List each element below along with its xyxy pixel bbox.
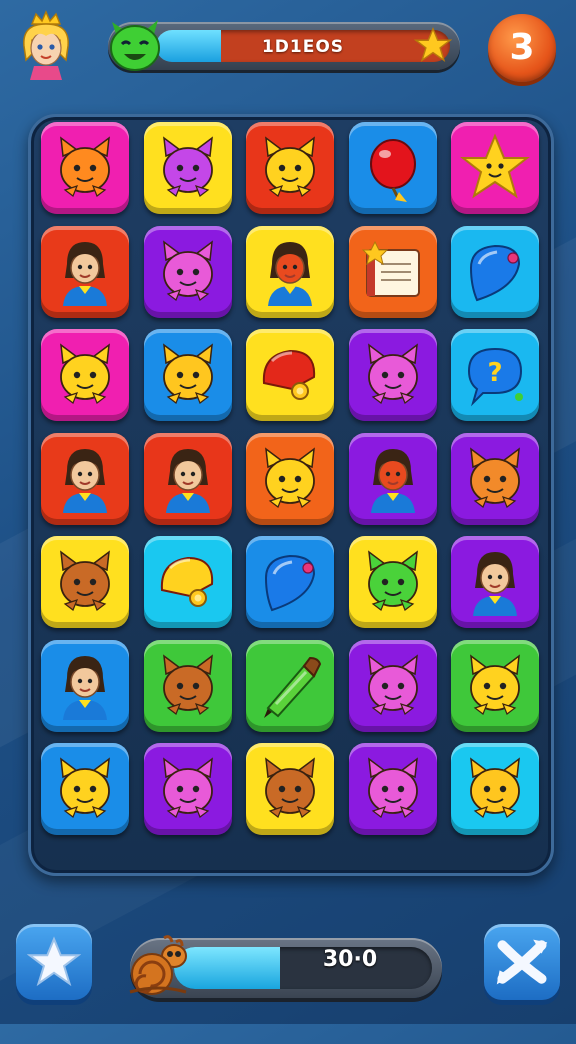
game-tile[interactable] <box>246 329 334 421</box>
game-tile[interactable] <box>143 639 232 732</box>
game-tile[interactable] <box>143 329 232 421</box>
game-tile[interactable] <box>451 639 539 732</box>
cat-face-icon <box>162 136 213 197</box>
game-tile[interactable] <box>41 536 129 628</box>
cat-face-icon <box>367 653 418 715</box>
person-icon <box>165 448 210 513</box>
cat-face-icon <box>470 653 520 715</box>
game-tile[interactable] <box>143 122 232 214</box>
star-icon <box>414 26 452 62</box>
cat-face-icon <box>367 343 418 404</box>
game-tile[interactable] <box>41 225 129 318</box>
game-tile[interactable] <box>451 536 539 628</box>
cat-face-icon <box>162 343 213 404</box>
game-tile[interactable] <box>348 743 437 835</box>
cat-face-icon <box>60 757 110 818</box>
book-icon <box>361 240 420 297</box>
person-icon <box>63 241 107 306</box>
game-tile[interactable] <box>246 225 334 318</box>
cat-face-icon <box>470 757 520 818</box>
game-tile[interactable] <box>246 743 334 835</box>
svg-text:?: ? <box>487 358 502 388</box>
game-tile[interactable] <box>348 225 437 318</box>
player-avatar[interactable] <box>16 10 76 80</box>
progress-track: 1D1EOS <box>156 30 450 62</box>
cat-face-icon <box>265 757 315 818</box>
cat-face-icon <box>60 550 110 611</box>
game-tile[interactable] <box>143 225 232 318</box>
game-tile[interactable] <box>451 122 539 214</box>
game-tile[interactable] <box>451 225 539 318</box>
game-tile[interactable] <box>143 536 232 628</box>
level-badge: 3 <box>488 14 556 82</box>
cat-face-icon <box>470 446 520 508</box>
cat-face-icon <box>162 653 213 715</box>
balloon-icon <box>369 139 416 202</box>
game-tile[interactable] <box>143 432 232 525</box>
star-icon <box>27 936 81 987</box>
princess-avatar-icon <box>23 10 69 80</box>
shield-icon <box>264 554 316 612</box>
game-tile[interactable] <box>451 432 539 525</box>
game-tile[interactable] <box>246 639 334 732</box>
game-tile[interactable] <box>41 743 129 835</box>
game-tile[interactable] <box>348 122 437 214</box>
shuffle-button[interactable] <box>484 924 560 1000</box>
cat-face-icon <box>162 239 213 301</box>
star-icon <box>460 133 530 199</box>
game-tile[interactable] <box>348 329 437 421</box>
game-tile[interactable] <box>41 432 129 525</box>
cat-face-icon <box>265 446 315 508</box>
game-tile[interactable] <box>246 122 334 214</box>
game-tile[interactable] <box>246 432 334 525</box>
bell-icon <box>160 556 213 607</box>
crayon-icon <box>264 656 322 718</box>
game-tile[interactable] <box>348 536 437 628</box>
game-tile[interactable] <box>348 432 437 525</box>
score-value: 30·0 <box>322 947 378 972</box>
cat-face-icon <box>60 136 110 197</box>
green-monster-icon <box>110 20 160 71</box>
person-icon <box>63 448 107 513</box>
cat-face-icon <box>60 343 110 404</box>
shield-icon <box>469 244 521 301</box>
star-powerup-button[interactable] <box>16 924 92 1000</box>
score-bar: 30·0 <box>129 935 442 998</box>
person-icon <box>473 552 517 616</box>
cat-face-icon <box>162 757 213 818</box>
game-tile[interactable] <box>143 743 232 835</box>
game-tile[interactable] <box>348 639 437 732</box>
progress-label: 1D1EOS <box>261 37 345 57</box>
speech-bubble-icon: ? <box>467 347 523 407</box>
game-tile[interactable]: ? <box>451 329 539 421</box>
game-tile[interactable] <box>41 639 129 732</box>
game-tile[interactable] <box>41 122 129 214</box>
cat-face-icon <box>367 550 418 611</box>
game-tile[interactable] <box>451 743 539 835</box>
game-tile[interactable] <box>41 329 129 421</box>
snail-mascot-icon <box>129 935 187 995</box>
cat-face-icon <box>367 757 418 818</box>
cat-face-icon <box>265 136 315 197</box>
bell-icon <box>262 349 316 400</box>
game-tile[interactable] <box>246 536 334 628</box>
person-icon <box>370 448 415 513</box>
person-icon <box>63 655 107 720</box>
game-board: ? <box>28 114 554 876</box>
person-icon <box>268 241 312 306</box>
shuffle-icon <box>496 939 548 985</box>
level-progress-bar: 1D1EOS <box>108 20 460 71</box>
